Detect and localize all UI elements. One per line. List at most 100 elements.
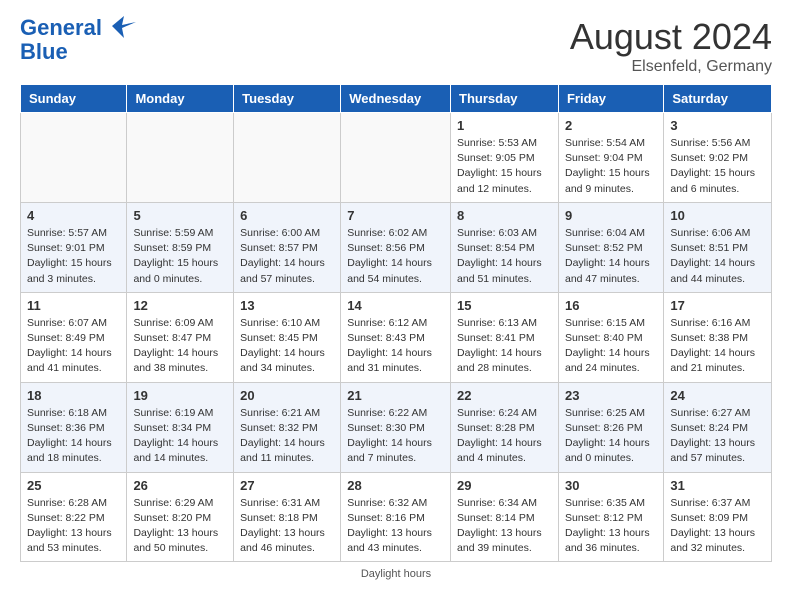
calendar-cell: 9 Sunrise: 6:04 AMSunset: 8:52 PMDaylight… <box>558 202 663 292</box>
day-number: 22 <box>457 388 552 403</box>
day-number: 6 <box>240 208 334 223</box>
calendar-cell: 31Sunrise: 6:37 AMSunset: 8:09 PMDayligh… <box>664 472 772 562</box>
day-detail: Sunrise: 5:59 AMSunset: 8:59 PMDaylight:… <box>133 226 227 287</box>
calendar-cell: 20Sunrise: 6:21 AMSunset: 8:32 PMDayligh… <box>234 382 341 472</box>
page-wrapper: General Blue August 2024 Elsenfeld, Germ… <box>0 0 792 584</box>
calendar-cell: 10Sunrise: 6:06 AMSunset: 8:51 PMDayligh… <box>664 202 772 292</box>
calendar-cell <box>21 113 127 203</box>
day-number: 2 <box>565 118 657 133</box>
calendar-table: SundayMondayTuesdayWednesdayThursdayFrid… <box>20 84 772 562</box>
day-number: 7 <box>347 208 444 223</box>
logo-text2: Blue <box>20 40 136 64</box>
day-number: 14 <box>347 298 444 313</box>
location: Elsenfeld, Germany <box>570 58 772 76</box>
day-number: 21 <box>347 388 444 403</box>
calendar-cell: 23 Sunrise: 6:25 AMSunset: 8:26 PMDayligh… <box>558 382 663 472</box>
calendar-cell: 7 Sunrise: 6:02 AMSunset: 8:56 PMDaylight… <box>341 202 451 292</box>
calendar-cell <box>127 113 234 203</box>
calendar-cell: 8Sunrise: 6:03 AMSunset: 8:54 PMDaylight… <box>451 202 559 292</box>
day-detail: Sunrise: 6:25 AMSunset: 8:26 PMDaylight:… <box>565 406 657 467</box>
day-number: 29 <box>457 478 552 493</box>
week-row-4: 18 Sunrise: 6:18 AMSunset: 8:36 PMDayligh… <box>21 382 772 472</box>
col-header-saturday: Saturday <box>664 85 772 113</box>
footer: Daylight hours <box>0 562 792 584</box>
day-detail: Sunrise: 6:03 AMSunset: 8:54 PMDaylight:… <box>457 226 552 287</box>
day-detail: Sunrise: 6:15 AMSunset: 8:40 PMDaylight:… <box>565 316 657 377</box>
col-header-thursday: Thursday <box>451 85 559 113</box>
day-number: 4 <box>27 208 120 223</box>
day-detail: Sunrise: 6:13 AMSunset: 8:41 PMDaylight:… <box>457 316 552 377</box>
header: General Blue August 2024 Elsenfeld, Germ… <box>0 0 792 84</box>
day-number: 18 <box>27 388 120 403</box>
col-header-tuesday: Tuesday <box>234 85 341 113</box>
day-detail: Sunrise: 5:56 AMSunset: 9:02 PMDaylight:… <box>670 136 765 197</box>
day-detail: Sunrise: 5:57 AMSunset: 9:01 PMDaylight:… <box>27 226 120 287</box>
calendar-cell: 2 Sunrise: 5:54 AMSunset: 9:04 PMDaylight… <box>558 113 663 203</box>
calendar-cell: 12 Sunrise: 6:09 AMSunset: 8:47 PMDayligh… <box>127 292 234 382</box>
logo-text: General <box>20 16 102 40</box>
calendar-cell: 27Sunrise: 6:31 AMSunset: 8:18 PMDayligh… <box>234 472 341 562</box>
week-row-5: 25 Sunrise: 6:28 AMSunset: 8:22 PMDayligh… <box>21 472 772 562</box>
day-detail: Sunrise: 6:18 AMSunset: 8:36 PMDaylight:… <box>27 406 120 467</box>
title-block: August 2024 Elsenfeld, Germany <box>570 16 772 76</box>
day-detail: Sunrise: 6:27 AMSunset: 8:24 PMDaylight:… <box>670 406 765 467</box>
calendar-cell: 15Sunrise: 6:13 AMSunset: 8:41 PMDayligh… <box>451 292 559 382</box>
week-row-3: 11 Sunrise: 6:07 AMSunset: 8:49 PMDayligh… <box>21 292 772 382</box>
day-detail: Sunrise: 6:19 AMSunset: 8:34 PMDaylight:… <box>133 406 227 467</box>
day-detail: Sunrise: 6:09 AMSunset: 8:47 PMDaylight:… <box>133 316 227 377</box>
day-detail: Sunrise: 6:07 AMSunset: 8:49 PMDaylight:… <box>27 316 120 377</box>
calendar-cell: 30 Sunrise: 6:35 AMSunset: 8:12 PMDayligh… <box>558 472 663 562</box>
logo: General Blue <box>20 16 136 64</box>
day-detail: Sunrise: 6:00 AMSunset: 8:57 PMDaylight:… <box>240 226 334 287</box>
calendar-cell <box>234 113 341 203</box>
calendar-cell: 16Sunrise: 6:15 AMSunset: 8:40 PMDayligh… <box>558 292 663 382</box>
day-detail: Sunrise: 6:34 AMSunset: 8:14 PMDaylight:… <box>457 496 552 557</box>
calendar-cell: 5Sunrise: 5:59 AMSunset: 8:59 PMDaylight… <box>127 202 234 292</box>
calendar-cell: 28Sunrise: 6:32 AMSunset: 8:16 PMDayligh… <box>341 472 451 562</box>
day-detail: Sunrise: 6:02 AMSunset: 8:56 PMDaylight:… <box>347 226 444 287</box>
day-detail: Sunrise: 5:53 AMSunset: 9:05 PMDaylight:… <box>457 136 552 197</box>
calendar-cell: 29 Sunrise: 6:34 AMSunset: 8:14 PMDayligh… <box>451 472 559 562</box>
week-row-1: 1 Sunrise: 5:53 AMSunset: 9:05 PMDaylight… <box>21 113 772 203</box>
day-number: 11 <box>27 298 120 313</box>
day-number: 20 <box>240 388 334 403</box>
day-detail: Sunrise: 6:04 AMSunset: 8:52 PMDaylight:… <box>565 226 657 287</box>
logo-icon <box>104 12 136 40</box>
day-detail: Sunrise: 6:06 AMSunset: 8:51 PMDaylight:… <box>670 226 765 287</box>
day-number: 13 <box>240 298 334 313</box>
day-number: 1 <box>457 118 552 133</box>
day-number: 25 <box>27 478 120 493</box>
day-detail: Sunrise: 5:54 AMSunset: 9:04 PMDaylight:… <box>565 136 657 197</box>
day-number: 9 <box>565 208 657 223</box>
calendar-cell: 13Sunrise: 6:10 AMSunset: 8:45 PMDayligh… <box>234 292 341 382</box>
day-number: 28 <box>347 478 444 493</box>
day-detail: Sunrise: 6:16 AMSunset: 8:38 PMDaylight:… <box>670 316 765 377</box>
col-header-wednesday: Wednesday <box>341 85 451 113</box>
day-number: 30 <box>565 478 657 493</box>
day-number: 19 <box>133 388 227 403</box>
calendar-header: SundayMondayTuesdayWednesdayThursdayFrid… <box>21 85 772 113</box>
week-row-2: 4 Sunrise: 5:57 AMSunset: 9:01 PMDaylight… <box>21 202 772 292</box>
day-number: 26 <box>133 478 227 493</box>
calendar-body: 1 Sunrise: 5:53 AMSunset: 9:05 PMDaylight… <box>21 113 772 562</box>
month-year: August 2024 <box>570 16 772 58</box>
header-row: SundayMondayTuesdayWednesdayThursdayFrid… <box>21 85 772 113</box>
calendar-cell: 1 Sunrise: 5:53 AMSunset: 9:05 PMDaylight… <box>451 113 559 203</box>
day-number: 31 <box>670 478 765 493</box>
calendar-cell: 24Sunrise: 6:27 AMSunset: 8:24 PMDayligh… <box>664 382 772 472</box>
day-number: 3 <box>670 118 765 133</box>
day-detail: Sunrise: 6:31 AMSunset: 8:18 PMDaylight:… <box>240 496 334 557</box>
day-number: 23 <box>565 388 657 403</box>
calendar-cell: 11 Sunrise: 6:07 AMSunset: 8:49 PMDayligh… <box>21 292 127 382</box>
day-detail: Sunrise: 6:22 AMSunset: 8:30 PMDaylight:… <box>347 406 444 467</box>
day-detail: Sunrise: 6:28 AMSunset: 8:22 PMDaylight:… <box>27 496 120 557</box>
calendar-cell: 21 Sunrise: 6:22 AMSunset: 8:30 PMDayligh… <box>341 382 451 472</box>
calendar-cell: 19 Sunrise: 6:19 AMSunset: 8:34 PMDayligh… <box>127 382 234 472</box>
day-number: 17 <box>670 298 765 313</box>
col-header-friday: Friday <box>558 85 663 113</box>
calendar-cell <box>341 113 451 203</box>
day-number: 12 <box>133 298 227 313</box>
col-header-sunday: Sunday <box>21 85 127 113</box>
calendar-cell: 25 Sunrise: 6:28 AMSunset: 8:22 PMDayligh… <box>21 472 127 562</box>
day-detail: Sunrise: 6:35 AMSunset: 8:12 PMDaylight:… <box>565 496 657 557</box>
